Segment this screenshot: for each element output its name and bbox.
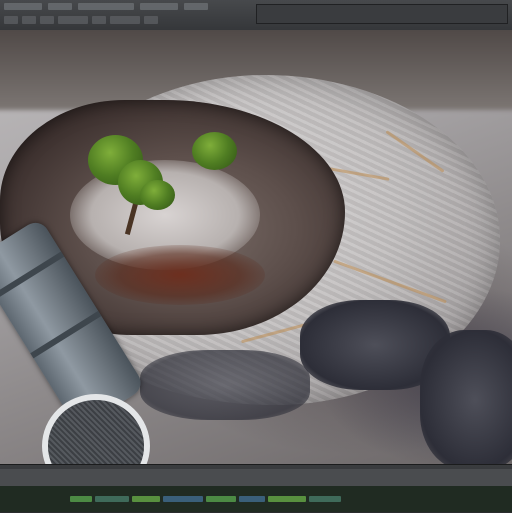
sculpt-tool-icon[interactable] [58,16,88,24]
rock-formation [140,350,310,420]
tree [192,132,237,170]
view-tool-icon[interactable] [110,16,140,24]
arm-joint [30,310,102,359]
move-tool-icon[interactable] [4,16,18,24]
menu-item-5[interactable] [184,3,208,10]
paint-tool-icon[interactable] [92,16,106,24]
status-bar [0,486,512,512]
settings-icon[interactable] [144,16,158,24]
toolbar [4,16,158,26]
status-segment [95,496,129,502]
menu-item-3[interactable] [78,3,134,10]
3d-viewport[interactable] [0,30,512,464]
crater-sediment [95,245,265,305]
arm-joint [0,251,65,300]
title-bar [0,0,512,31]
rotate-tool-icon[interactable] [22,16,36,24]
status-segment [309,496,341,502]
menu-bar [4,3,208,13]
status-segment [268,496,306,502]
tree [140,180,175,210]
brush-head-icon[interactable] [48,400,144,464]
properties-strip [256,4,508,24]
menu-item-1[interactable] [4,3,42,10]
status-segment [239,496,265,502]
rock-formation [420,330,512,464]
scale-tool-icon[interactable] [40,16,54,24]
status-segment [70,496,92,502]
menu-item-2[interactable] [48,3,72,10]
status-segment [163,496,203,502]
status-segment [132,496,160,502]
menu-item-4[interactable] [140,3,178,10]
status-segment [206,496,236,502]
